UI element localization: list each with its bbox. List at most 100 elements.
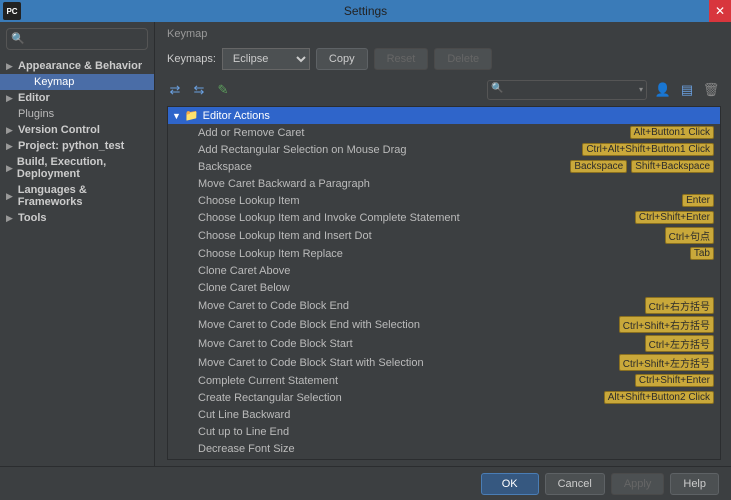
sidebar-item-build-execution-deployment[interactable]: ▶Build, Execution, Deployment: [0, 154, 154, 182]
reset-button[interactable]: Reset: [374, 48, 429, 70]
shortcut-badge: Alt+Button1 Click: [630, 126, 714, 139]
shortcut-badge: Backspace: [570, 160, 627, 173]
sidebar-item-appearance-behavior[interactable]: ▶Appearance & Behavior: [0, 58, 154, 74]
shortcut-group: Ctrl+Shift+Enter: [635, 374, 714, 387]
action-label: Choose Lookup Item Replace: [198, 248, 690, 260]
group-editor-actions[interactable]: ▼ 📁 Editor Actions: [168, 107, 720, 124]
action-label: Decrease Font Size: [198, 443, 714, 455]
sidebar: 🔍 ▶Appearance & BehaviorKeymap▶Editor Plu…: [0, 22, 155, 466]
action-label: Choose Lookup Item: [198, 195, 682, 207]
shortcut-badge: Ctrl+Shift+左方括号: [619, 354, 714, 371]
expand-arrow-icon: ▶: [6, 191, 14, 202]
app-logo: PC: [3, 2, 21, 20]
sidebar-item-languages-frameworks[interactable]: ▶ Languages & Frameworks: [0, 182, 154, 210]
action-label: Add Rectangular Selection on Mouse Drag: [198, 144, 582, 156]
sidebar-item-label: Plugins: [18, 108, 54, 120]
edit-icon[interactable]: ✎: [215, 82, 231, 98]
close-button[interactable]: ✕: [709, 0, 731, 22]
sidebar-item-label: Build, Execution, Deployment: [17, 156, 150, 180]
expand-all-icon[interactable]: ⇄: [167, 82, 183, 98]
action-label: Move Caret to Code Block Start: [198, 338, 645, 350]
keymaps-label: Keymaps:: [167, 53, 216, 65]
action-label: Move Caret to Code Block End with Select…: [198, 319, 619, 331]
collapse-all-icon[interactable]: ⇆: [191, 82, 207, 98]
cancel-button[interactable]: Cancel: [545, 473, 605, 495]
action-row[interactable]: Move Caret to Code Block Start with Sele…: [168, 353, 720, 372]
action-row[interactable]: Cut up to Line End: [168, 423, 720, 440]
shortcut-group: Ctrl+左方括号: [645, 335, 714, 352]
panel-title: Keymap: [155, 22, 731, 44]
actions-list[interactable]: ▼ 📁 Editor Actions Add or Remove CaretAl…: [167, 106, 721, 460]
collapse-arrow-icon: ▼: [172, 111, 181, 121]
shortcut-badge: Ctrl+右方括号: [645, 297, 714, 314]
sidebar-item-label: Tools: [18, 212, 47, 224]
ok-button[interactable]: OK: [481, 473, 539, 495]
content-panel: Keymap Keymaps: Eclipse Copy Reset Delet…: [155, 22, 731, 466]
action-label: Clone Caret Above: [198, 265, 714, 277]
action-label: Move Caret Backward a Paragraph: [198, 178, 714, 190]
filter-icon[interactable]: ▤: [679, 82, 695, 98]
apply-button[interactable]: Apply: [611, 473, 665, 495]
shortcut-badge: Tab: [690, 247, 714, 260]
action-row[interactable]: Clone Caret Below: [168, 279, 720, 296]
shortcut-badge: Ctrl+Shift+Enter: [635, 374, 714, 387]
action-row[interactable]: Delete LineCtrl+D: [168, 457, 720, 460]
shortcut-group: Enter: [682, 194, 714, 207]
action-label: Create Rectangular Selection: [198, 392, 604, 404]
sidebar-item-tools[interactable]: ▶ Tools: [0, 210, 154, 226]
sidebar-item-version-control[interactable]: ▶Version Control: [0, 122, 154, 138]
shortcut-badge: Shift+Backspace: [631, 160, 714, 173]
sidebar-item-label: Project: python_test: [18, 140, 124, 152]
action-row[interactable]: Move Caret to Code Block End with Select…: [168, 315, 720, 334]
action-row[interactable]: Move Caret to Code Block EndCtrl+右方括号: [168, 296, 720, 315]
copy-button[interactable]: Copy: [316, 48, 368, 70]
help-button[interactable]: Help: [670, 473, 719, 495]
action-label: Add or Remove Caret: [198, 127, 630, 139]
shortcut-badge: Ctrl+Shift+右方括号: [619, 316, 714, 333]
folder-icon: 📁: [185, 109, 199, 122]
group-label: Editor Actions: [203, 110, 270, 122]
action-row[interactable]: Add Rectangular Selection on Mouse DragC…: [168, 141, 720, 158]
shortcut-badge: Ctrl+Shift+Enter: [635, 211, 714, 224]
shortcut-badge: Ctrl+D: [677, 459, 714, 460]
sidebar-item-label: Languages & Frameworks: [18, 184, 150, 208]
trash-icon[interactable]: 🗑: [703, 82, 719, 98]
sidebar-search[interactable]: 🔍: [6, 28, 148, 50]
action-row[interactable]: Move Caret to Code Block StartCtrl+左方括号: [168, 334, 720, 353]
keymaps-dropdown[interactable]: Eclipse: [222, 48, 310, 70]
shortcut-group: Tab: [690, 247, 714, 260]
sidebar-item-plugins[interactable]: Plugins: [0, 106, 154, 122]
shortcut-group: Alt+Shift+Button2 Click: [604, 391, 714, 404]
action-row[interactable]: Choose Lookup Item and Insert DotCtrl+句点: [168, 226, 720, 245]
sidebar-search-input[interactable]: [6, 28, 148, 50]
delete-button[interactable]: Delete: [434, 48, 492, 70]
action-row[interactable]: BackspaceBackspaceShift+Backspace: [168, 158, 720, 175]
action-row[interactable]: Move Caret Backward a Paragraph: [168, 175, 720, 192]
action-row[interactable]: Choose Lookup Item and Invoke Complete S…: [168, 209, 720, 226]
sidebar-item-keymap[interactable]: Keymap: [0, 74, 154, 90]
find-by-shortcut-icon[interactable]: 👤: [655, 82, 671, 98]
sidebar-item-editor[interactable]: ▶Editor: [0, 90, 154, 106]
action-row[interactable]: Add or Remove CaretAlt+Button1 Click: [168, 124, 720, 141]
action-row[interactable]: Create Rectangular SelectionAlt+Shift+Bu…: [168, 389, 720, 406]
shortcut-badge: Enter: [682, 194, 714, 207]
shortcut-badge: Ctrl+句点: [665, 227, 714, 244]
title-bar: PC Settings ✕: [0, 0, 731, 22]
sidebar-item-project-python-test[interactable]: ▶Project: python_test: [0, 138, 154, 154]
settings-tree: ▶Appearance & BehaviorKeymap▶Editor Plugi…: [0, 58, 154, 226]
action-row[interactable]: Cut Line Backward: [168, 406, 720, 423]
action-row[interactable]: Decrease Font Size: [168, 440, 720, 457]
expand-arrow-icon: ▶: [6, 213, 14, 224]
action-row[interactable]: Choose Lookup Item ReplaceTab: [168, 245, 720, 262]
expand-arrow-icon: ▶: [6, 125, 14, 136]
action-search[interactable]: 🔍 ▾: [487, 80, 647, 100]
shortcut-group: Ctrl+Shift+右方括号: [619, 316, 714, 333]
action-row[interactable]: Clone Caret Above: [168, 262, 720, 279]
action-row[interactable]: Complete Current StatementCtrl+Shift+Ent…: [168, 372, 720, 389]
window-title: Settings: [344, 4, 387, 18]
action-label: Clone Caret Below: [198, 282, 714, 294]
action-row[interactable]: Choose Lookup ItemEnter: [168, 192, 720, 209]
shortcut-group: Ctrl+Shift+左方括号: [619, 354, 714, 371]
action-search-input[interactable]: [487, 80, 647, 100]
action-label: Move Caret to Code Block End: [198, 300, 645, 312]
